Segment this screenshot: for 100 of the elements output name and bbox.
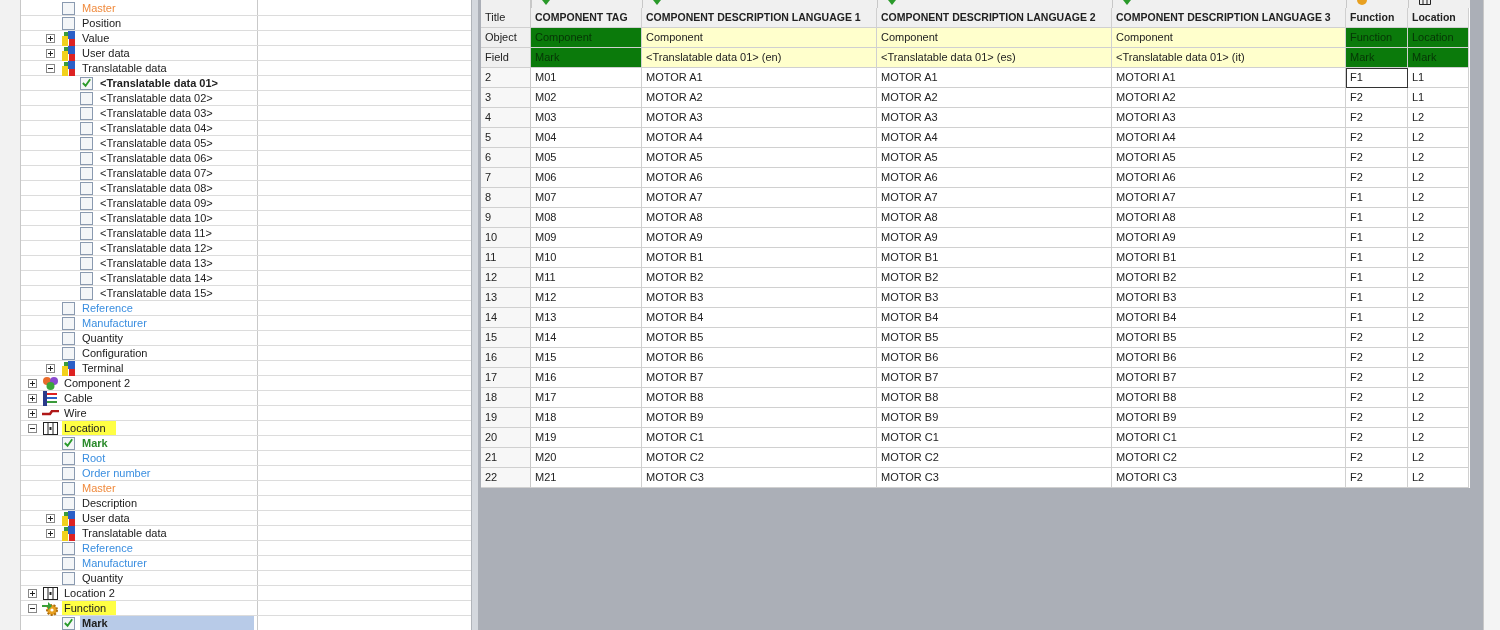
field-item[interactable]: Order number	[80, 466, 153, 480]
table-cell[interactable]: M06	[531, 168, 642, 188]
checkbox[interactable]	[61, 451, 75, 465]
table-cell[interactable]: L2	[1408, 128, 1469, 148]
expander-toggle[interactable]	[45, 63, 55, 73]
object-cell[interactable]: Component	[877, 28, 1112, 48]
column-header[interactable]: Location	[1408, 8, 1469, 28]
table-cell[interactable]: MOTORI A3	[1112, 108, 1346, 128]
table-cell[interactable]: M04	[531, 128, 642, 148]
field-item[interactable]: Position	[80, 16, 124, 30]
table-cell[interactable]: MOTORI A7	[1112, 188, 1346, 208]
table-cell[interactable]: F2	[1346, 148, 1408, 168]
table-cell[interactable]: MOTOR B6	[642, 348, 877, 368]
table-cell[interactable]: F1	[1346, 308, 1408, 328]
table-cell[interactable]: MOTORI A6	[1112, 168, 1346, 188]
table-cell[interactable]: M03	[531, 108, 642, 128]
column-header[interactable]: COMPONENT DESCRIPTION LANGUAGE 2	[877, 8, 1112, 28]
table-cell[interactable]: MOTOR A8	[877, 208, 1112, 228]
table-cell[interactable]: MOTOR B8	[877, 388, 1112, 408]
checkbox[interactable]	[79, 271, 93, 285]
table-cell[interactable]: MOTORI A1	[1112, 68, 1346, 88]
table-cell[interactable]: MOTORI B1	[1112, 248, 1346, 268]
table-cell[interactable]: MOTORI C2	[1112, 448, 1346, 468]
table-cell[interactable]: F2	[1346, 468, 1408, 488]
table-cell[interactable]: L2	[1408, 468, 1469, 488]
table-cell[interactable]: MOTORI B4	[1112, 308, 1346, 328]
table-cell[interactable]: MOTOR C3	[877, 468, 1112, 488]
table-cell[interactable]: M02	[531, 88, 642, 108]
table-cell[interactable]: F2	[1346, 428, 1408, 448]
table-cell[interactable]: L2	[1408, 188, 1469, 208]
tree-node[interactable]: User data	[80, 46, 132, 60]
table-cell[interactable]: MOTORI C1	[1112, 428, 1346, 448]
table-cell[interactable]: M20	[531, 448, 642, 468]
table-cell[interactable]: MOTOR C2	[877, 448, 1112, 468]
tree-node[interactable]: Translatable data	[80, 61, 169, 75]
field-item[interactable]: <Translatable data 04>	[98, 121, 215, 135]
object-cell[interactable]: Component	[642, 28, 877, 48]
table-cell[interactable]: MOTORI A9	[1112, 228, 1346, 248]
checkbox[interactable]	[79, 256, 93, 270]
table-cell[interactable]: L2	[1408, 328, 1469, 348]
table-cell[interactable]: MOTOR B5	[642, 328, 877, 348]
table-cell[interactable]: MOTOR A2	[877, 88, 1112, 108]
tree-node[interactable]: User data	[80, 511, 132, 525]
table-cell[interactable]: MOTORI B6	[1112, 348, 1346, 368]
table-cell[interactable]: MOTOR A5	[877, 148, 1112, 168]
table-cell[interactable]: MOTOR B9	[877, 408, 1112, 428]
tree-node[interactable]: Location 2	[62, 586, 117, 600]
checkbox[interactable]	[61, 301, 75, 315]
field-item[interactable]: <Translatable data 03>	[98, 106, 215, 120]
table-cell[interactable]: MOTOR A3	[642, 108, 877, 128]
field-item[interactable]: Configuration	[80, 346, 150, 360]
table-cell[interactable]: L2	[1408, 408, 1469, 428]
table-cell[interactable]: L2	[1408, 308, 1469, 328]
object-cell[interactable]: Component	[1112, 28, 1346, 48]
table-cell[interactable]: F1	[1346, 68, 1408, 88]
expander-toggle[interactable]	[27, 408, 37, 418]
field-item[interactable]: <Translatable data 10>	[98, 211, 215, 225]
tree-node[interactable]: Location	[62, 421, 116, 435]
field-item[interactable]: <Translatable data 13>	[98, 256, 215, 270]
expander-toggle[interactable]	[45, 48, 55, 58]
table-cell[interactable]: M12	[531, 288, 642, 308]
tree-node[interactable]: Wire	[62, 406, 89, 420]
expander-toggle[interactable]	[27, 423, 37, 433]
table-cell[interactable]: M01	[531, 68, 642, 88]
table-cell[interactable]: MOTOR B2	[642, 268, 877, 288]
splitter-bar[interactable]	[471, 0, 478, 630]
table-cell[interactable]: MOTORI B7	[1112, 368, 1346, 388]
column-header[interactable]: COMPONENT TAG	[531, 8, 642, 28]
field-item[interactable]: <Translatable data 09>	[98, 196, 215, 210]
table-cell[interactable]: F1	[1346, 208, 1408, 228]
table-cell[interactable]: L2	[1408, 368, 1469, 388]
tree-node[interactable]: Component 2	[62, 376, 133, 390]
field-cell[interactable]: <Translatable data 01> (en)	[642, 48, 877, 68]
field-item[interactable]: Reference	[80, 301, 135, 315]
table-cell[interactable]: MOTOR A9	[877, 228, 1112, 248]
table-cell[interactable]: F1	[1346, 248, 1408, 268]
checkbox[interactable]	[61, 331, 75, 345]
table-cell[interactable]: F2	[1346, 448, 1408, 468]
table-cell[interactable]: MOTOR B4	[877, 308, 1112, 328]
table-cell[interactable]: MOTOR B7	[642, 368, 877, 388]
table-cell[interactable]: M08	[531, 208, 642, 228]
table-cell[interactable]: L2	[1408, 268, 1469, 288]
field-item[interactable]: Manufacturer	[80, 316, 149, 330]
field-item[interactable]: <Translatable data 11>	[98, 226, 214, 240]
checkbox[interactable]	[79, 76, 93, 90]
checkbox[interactable]	[61, 616, 75, 630]
field-item[interactable]: Mark	[80, 436, 110, 450]
field-item[interactable]: <Translatable data 12>	[98, 241, 215, 255]
checkbox[interactable]	[61, 346, 75, 360]
field-item[interactable]: Mark	[80, 616, 254, 630]
table-cell[interactable]: F2	[1346, 368, 1408, 388]
table-cell[interactable]: F1	[1346, 188, 1408, 208]
table-cell[interactable]: MOTORI A4	[1112, 128, 1346, 148]
table-cell[interactable]: MOTOR A3	[877, 108, 1112, 128]
table-cell[interactable]: F1	[1346, 288, 1408, 308]
table-cell[interactable]: M07	[531, 188, 642, 208]
table-cell[interactable]: M19	[531, 428, 642, 448]
table-cell[interactable]: MOTOR C2	[642, 448, 877, 468]
field-item[interactable]: Root	[80, 451, 108, 465]
table-cell[interactable]: MOTOR B8	[642, 388, 877, 408]
